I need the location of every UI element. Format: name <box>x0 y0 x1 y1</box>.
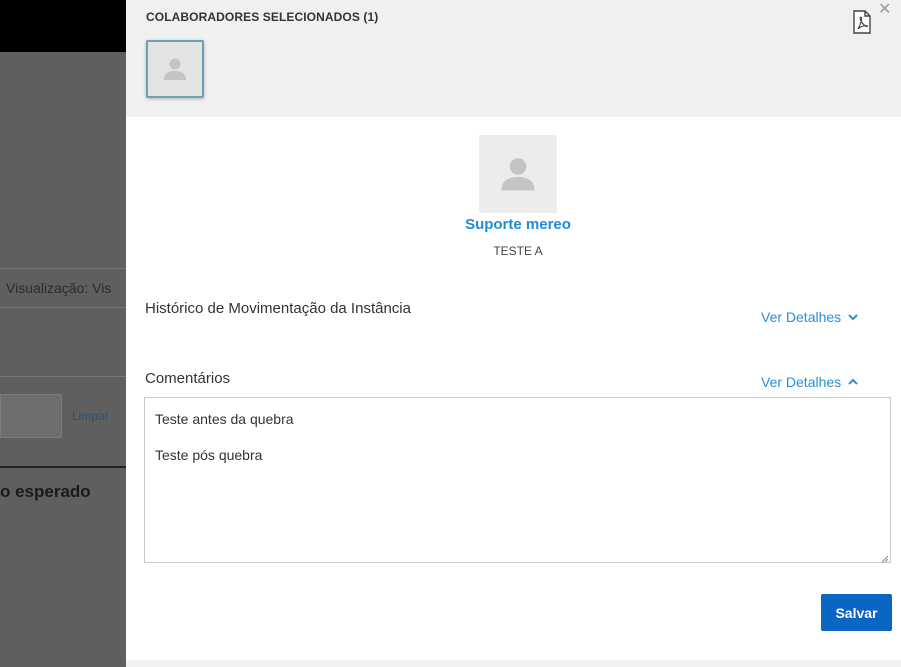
comment-line: Teste antes da quebra <box>155 411 294 427</box>
resize-handle-icon[interactable] <box>879 550 889 563</box>
historico-ver-detalhes-label: Ver Detalhes <box>761 309 842 325</box>
drawer-footer <box>126 660 901 667</box>
selected-collaborator-avatar[interactable] <box>146 40 204 98</box>
user-placeholder-icon <box>501 158 535 191</box>
background-toolbar-row <box>0 327 126 377</box>
background-search-input <box>0 394 62 438</box>
comments-textarea[interactable]: Teste antes da quebra Teste pós quebra <box>144 397 891 563</box>
background-heading: o esperado <box>0 482 91 501</box>
background-page: Visualização: Vis Limpar o esperado <box>0 0 126 667</box>
background-visualizacao-select: Visualização: Vis <box>0 268 126 308</box>
historico-ver-detalhes-link[interactable]: Ver Detalhes <box>761 309 859 325</box>
close-icon[interactable]: ✕ <box>878 2 891 18</box>
drawer-header: COLABORADORES SELECIONADOS (1) ✕ <box>126 0 901 117</box>
save-button[interactable]: Salvar <box>821 594 892 631</box>
chevron-up-icon <box>848 378 858 385</box>
comentarios-ver-detalhes-label: Ver Detalhes <box>761 374 842 390</box>
background-top-bar <box>0 0 126 52</box>
user-placeholder-icon <box>164 58 186 80</box>
pdf-icon[interactable] <box>852 10 872 34</box>
collaborator-drawer: COLABORADORES SELECIONADOS (1) ✕ Suporte… <box>126 0 901 667</box>
comment-line: Teste pós quebra <box>155 447 263 463</box>
background-limpar-link: Limpar <box>72 409 109 423</box>
profile-avatar <box>479 135 557 213</box>
historico-section-title: Histórico de Movimentação da Instância <box>145 300 411 317</box>
comentarios-section-title: Comentários <box>145 370 231 387</box>
comentarios-ver-detalhes-link[interactable]: Ver Detalhes <box>761 374 859 390</box>
chevron-down-icon <box>848 314 858 321</box>
background-divider <box>0 466 126 468</box>
drawer-title: COLABORADORES SELECIONADOS (1) <box>146 10 379 24</box>
profile-subtitle: TESTE A <box>493 244 543 258</box>
profile-name-link[interactable]: Suporte mereo <box>126 216 901 233</box>
